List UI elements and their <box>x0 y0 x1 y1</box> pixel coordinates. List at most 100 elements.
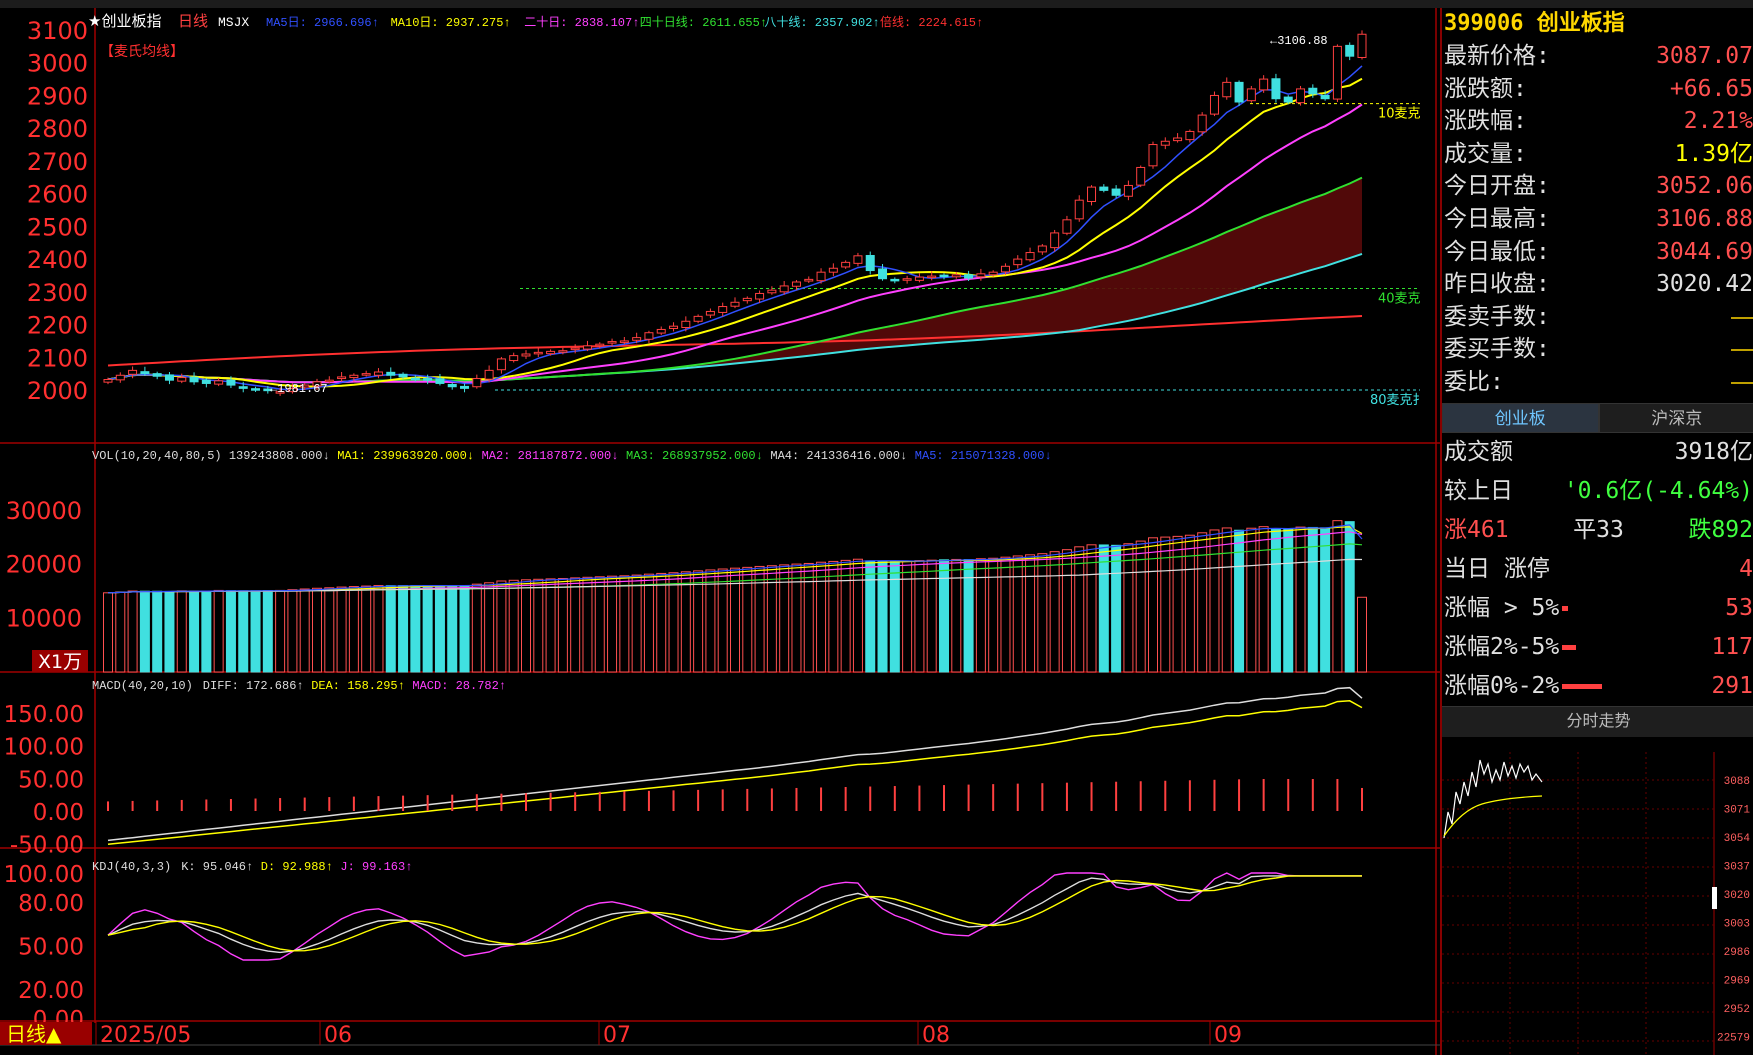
volume-bar <box>287 589 298 673</box>
vs-prev-row: 较上日 '0.6亿(-4.64%) <box>1442 472 1753 511</box>
candle-body <box>644 332 654 340</box>
volume-bar <box>447 585 458 673</box>
volume-bar <box>521 579 531 673</box>
volume-bar <box>361 585 372 673</box>
candle-body <box>816 271 826 282</box>
volume-bar <box>201 590 212 673</box>
candle-body <box>1197 114 1207 133</box>
candle-body <box>705 310 715 316</box>
volume-legend-item: MA4: 241336416.000↓ <box>770 449 907 463</box>
candle-body <box>828 267 838 273</box>
volume-bar <box>877 561 888 673</box>
candle-body <box>988 271 998 276</box>
candle-body <box>951 274 961 278</box>
intraday-section-header[interactable]: 分时走势 <box>1442 705 1753 737</box>
period-badge: 日线▲ <box>6 1022 62 1046</box>
candle-body <box>976 273 986 278</box>
candle-body <box>1222 81 1232 98</box>
candle-body <box>693 315 703 322</box>
volume-bar <box>951 558 962 673</box>
volume-bar <box>1123 543 1134 673</box>
quote-row: 今日开盘: 3052.06 <box>1442 170 1753 203</box>
candle-body <box>103 379 113 383</box>
volume-bar <box>299 588 310 673</box>
quote-label: 涨跌额: <box>1444 75 1527 102</box>
volume-bar <box>484 582 495 673</box>
candle-body <box>779 285 789 293</box>
candle-body <box>1160 140 1170 146</box>
volume-bar <box>250 590 261 673</box>
price-tick: 2900 <box>27 82 88 110</box>
mini-tick: 3054 <box>1724 833 1751 845</box>
volume-bar <box>852 558 863 673</box>
limit-up-value: 4 <box>1739 555 1753 582</box>
volume-bar <box>668 572 679 673</box>
volume-bar <box>434 585 445 673</box>
volume-bar <box>127 590 138 673</box>
price-tick: 2700 <box>27 148 88 176</box>
candle-body <box>226 379 236 386</box>
vs-prev-label: 较上日 <box>1444 477 1513 504</box>
index-code: 399006 <box>1444 11 1524 36</box>
volume-bar <box>582 576 593 673</box>
volume-bar <box>533 578 544 673</box>
volume-bar <box>238 590 249 673</box>
down-count: 跌892 <box>1688 516 1753 543</box>
volume-bar <box>508 579 519 673</box>
tab-hushenjing[interactable]: 沪深京 <box>1598 402 1753 433</box>
volume-bar <box>1037 553 1048 673</box>
price-tick: 2400 <box>27 246 88 274</box>
quote-label: 今日最高: <box>1444 205 1550 232</box>
intraday-mini-chart[interactable]: 3088 3071 3054 3037 3020 3003 2986 2969 2952 2257… <box>1442 752 1753 1055</box>
quote-label: 成交量: <box>1444 140 1527 167</box>
volume-bar <box>1000 556 1011 673</box>
candle-body <box>902 278 912 281</box>
candle-body <box>755 292 765 300</box>
kdj-tick: 100.00 <box>4 862 84 888</box>
volume-bar <box>631 574 642 673</box>
volume-bar <box>1221 527 1232 673</box>
price-tick: 2600 <box>27 181 88 209</box>
volume-bar <box>1049 551 1060 673</box>
quote-label: 今日最低: <box>1444 238 1550 265</box>
quote-row: 今日最高: 3106.88 <box>1442 203 1753 236</box>
macd-tick: -50.00 <box>10 833 84 859</box>
quote-value: 3087.07 <box>1656 43 1753 69</box>
r2-5-row: 涨幅2%-5% 117 <box>1442 628 1753 667</box>
mini-tick: 2952 <box>1724 1004 1750 1016</box>
candle-body <box>337 376 347 380</box>
candle-body <box>1087 186 1097 202</box>
date-label: 09 <box>1214 1023 1242 1048</box>
candle-body <box>1148 144 1158 167</box>
kdj-legend-item: K: 95.046↑ <box>181 860 253 874</box>
volume-legend-item: MA5: 215071328.000↓ <box>915 449 1052 463</box>
price-tick: 3100 <box>27 17 88 45</box>
volume-bar <box>926 559 937 673</box>
candle-body <box>656 328 666 334</box>
ma-legend-item: MA5日: 2966.696↑ <box>266 16 379 30</box>
r0-2-bar <box>1562 683 1603 689</box>
mini-tick: 3071 <box>1724 805 1751 817</box>
volume-bar <box>1111 544 1122 673</box>
volume-bar <box>889 561 900 673</box>
kline-chart-area[interactable]: 3100 3000 2900 2800 2700 2600 2500 2400 2300 2200… <box>0 8 1440 1055</box>
candle-body <box>1185 130 1195 141</box>
candle-body <box>791 281 801 287</box>
price-tick: 3000 <box>27 50 88 78</box>
r2-5-value: 117 <box>1711 633 1753 660</box>
turnover-row: 成交额 3918亿 <box>1442 433 1753 472</box>
mini-tick: 3003 <box>1724 919 1750 931</box>
volume-bar <box>139 590 150 673</box>
volume-bar <box>1197 532 1208 673</box>
price-tick: 2000 <box>27 377 88 405</box>
volume-bar <box>693 570 704 673</box>
gt5-row: 涨幅 > 5% 53 <box>1442 589 1753 628</box>
candle-body <box>1099 186 1109 191</box>
candle-body <box>742 297 752 302</box>
volume-bar <box>779 564 790 673</box>
tab-chinext[interactable]: 创业板 <box>1442 402 1599 433</box>
volume-bar <box>176 590 187 673</box>
chart-svg[interactable]: 3100 3000 2900 2800 2700 2600 2500 2400 2300 2200… <box>0 8 1440 1055</box>
volume-bar <box>115 591 126 673</box>
kdj-legend-item: D: 92.988↑ <box>261 860 333 874</box>
